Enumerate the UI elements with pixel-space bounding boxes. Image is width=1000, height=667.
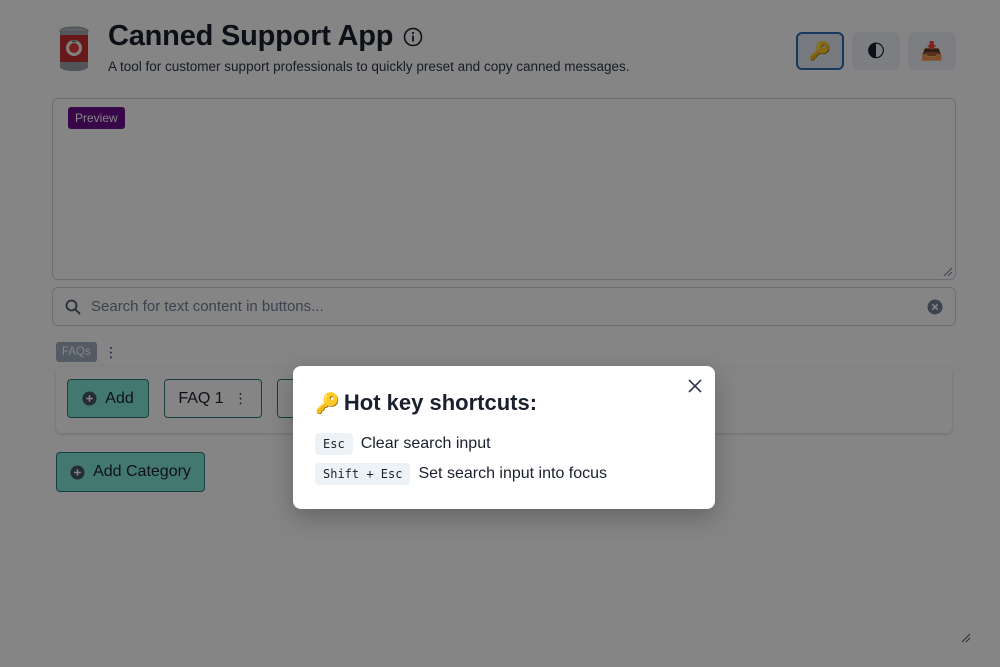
shortcut-description: Set search input into focus [418,465,608,482]
shortcut-keys: Esc [315,433,353,455]
shortcut-row: Shift + Esc Set search input into focus [315,463,607,485]
modal-title: 🔑 Hot key shortcuts: [315,390,537,416]
modal-overlay[interactable] [0,0,1000,667]
shortcut-row: Esc Clear search input [315,433,491,455]
shortcut-description: Clear search input [360,435,491,452]
close-icon[interactable] [687,378,703,394]
shortcut-keys: Shift + Esc [315,463,411,485]
key-icon: 🔑 [315,392,340,415]
hotkeys-modal: 🔑 Hot key shortcuts: Esc Clear search in… [293,366,715,509]
modal-title-text: Hot key shortcuts: [343,390,538,415]
